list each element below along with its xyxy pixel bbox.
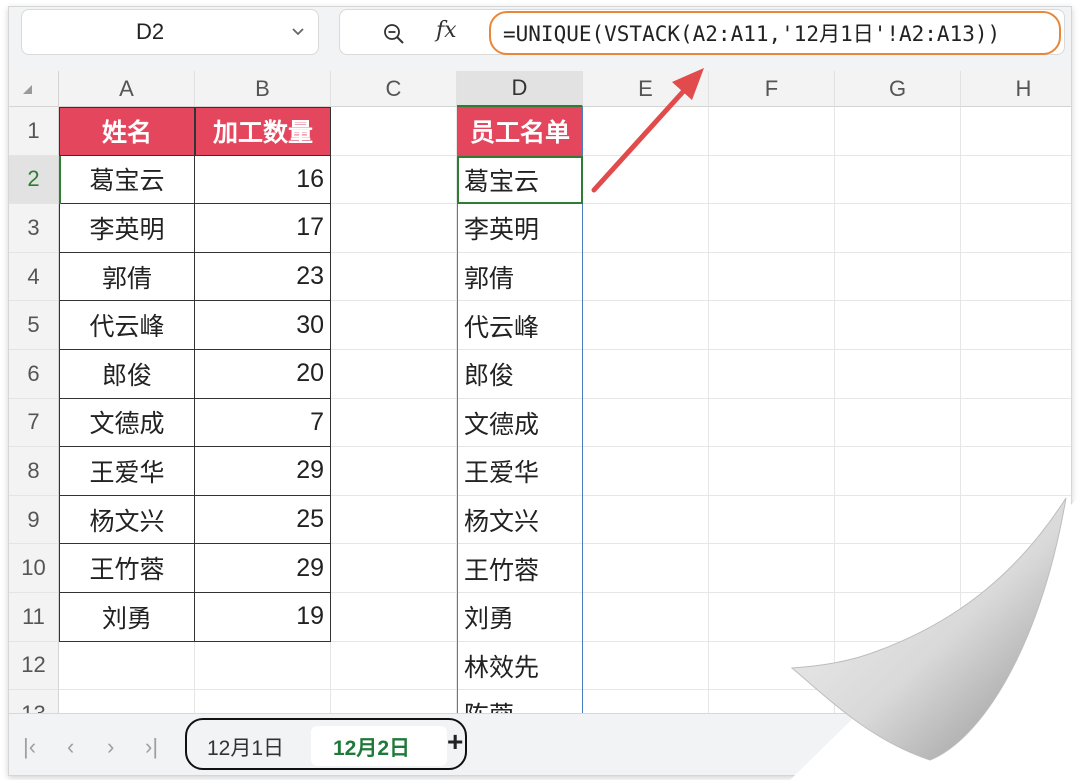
name-cell[interactable]: 杨文兴 — [59, 495, 195, 545]
last-sheet-icon[interactable]: ›| — [145, 734, 158, 760]
formula-text: =UNIQUE(VSTACK(A2:A11,'12月1日'!A2:A13)) — [503, 22, 1001, 46]
row-header-11[interactable]: 11 — [9, 593, 59, 642]
employee-list-cell[interactable]: 郎俊 — [457, 350, 583, 399]
name-cell[interactable]: 刘勇 — [59, 593, 195, 642]
select-all-corner[interactable] — [9, 71, 59, 107]
gridline — [960, 107, 961, 713]
name-cell[interactable]: 代云峰 — [59, 301, 195, 350]
first-sheet-icon[interactable]: |‹ — [23, 734, 36, 760]
row-header-7[interactable]: 7 — [9, 398, 59, 448]
employee-list-cell[interactable]: 文德成 — [457, 398, 583, 448]
row-header-4[interactable]: 4 — [9, 252, 59, 302]
column-header-g[interactable]: G — [835, 71, 961, 107]
column-header-f[interactable]: F — [709, 71, 835, 107]
employee-list-cell[interactable]: 王竹蓉 — [457, 544, 583, 593]
name-cell[interactable]: 郎俊 — [59, 350, 195, 399]
column-header-a[interactable]: A — [59, 71, 195, 107]
employee-list-cell[interactable]: 刘勇 — [457, 593, 583, 642]
name-cell[interactable]: 王竹蓉 — [59, 544, 195, 593]
row-header-9[interactable]: 9 — [9, 495, 59, 545]
quantity-cell[interactable]: 29 — [195, 544, 331, 593]
row-header-8[interactable]: 8 — [9, 447, 59, 496]
quantity-cell[interactable]: 16 — [195, 155, 331, 205]
employee-list-cell[interactable]: 林效先 — [457, 641, 583, 691]
column-header-h[interactable]: H — [961, 71, 1071, 107]
employee-list-cell[interactable]: 杨文兴 — [457, 495, 583, 545]
function-icon[interactable]: fx — [436, 18, 457, 43]
row-header-2[interactable]: 2 — [9, 155, 59, 205]
formula-toolbar: D2 fx =UNIQUE(VSTACK(A2:A11,'12月1日'!A2:A… — [9, 7, 1071, 72]
select-all-icon — [23, 85, 32, 94]
prev-sheet-icon[interactable]: ‹ — [67, 734, 74, 760]
column-header-c[interactable]: C — [331, 71, 457, 107]
quantity-cell[interactable]: 25 — [195, 495, 331, 545]
name-box[interactable]: D2 — [21, 9, 319, 55]
gridline — [834, 107, 835, 713]
gridline — [708, 107, 709, 713]
header-cell-employee-list[interactable]: 员工名单 — [457, 107, 583, 156]
sheet-tab-12-1[interactable]: 12月1日 — [207, 732, 284, 762]
quantity-cell[interactable]: 23 — [195, 252, 331, 302]
name-cell[interactable]: 文德成 — [59, 398, 195, 448]
row-highlight-outline — [59, 155, 195, 205]
chevron-down-icon[interactable] — [290, 24, 306, 40]
quantity-cell[interactable]: 19 — [195, 593, 331, 642]
add-sheet-icon[interactable]: + — [447, 726, 463, 758]
name-cell[interactable]: 王爱华 — [59, 447, 195, 496]
employee-list-cell[interactable]: 王爱华 — [457, 447, 583, 496]
quantity-cell[interactable]: 20 — [195, 350, 331, 399]
quantity-cell[interactable]: 17 — [195, 204, 331, 253]
row-header-1[interactable]: 1 — [9, 107, 59, 156]
row-header-12[interactable]: 12 — [9, 641, 59, 691]
row-header-3[interactable]: 3 — [9, 204, 59, 253]
quantity-cell[interactable]: 7 — [195, 398, 331, 448]
employee-list-cell[interactable]: 李英明 — [457, 204, 583, 253]
employee-list-cell[interactable]: 代云峰 — [457, 301, 583, 350]
sheet-tab-12-2[interactable]: 12月2日 — [333, 732, 410, 762]
column-header-e[interactable]: E — [583, 71, 709, 107]
name-box-value: D2 — [135, 19, 165, 44]
row-header-10[interactable]: 10 — [9, 544, 59, 593]
quantity-cell[interactable]: 29 — [195, 447, 331, 496]
name-cell[interactable]: 李英明 — [59, 204, 195, 253]
sheet-tab-bar: |‹ ‹ › ›| 12月1日 12月2日 + — [9, 713, 1071, 775]
employee-list-cell[interactable]: 郭倩 — [457, 252, 583, 302]
name-cell[interactable]: 郭倩 — [59, 252, 195, 302]
row-header-6[interactable]: 6 — [9, 350, 59, 399]
quantity-cell[interactable]: 30 — [195, 301, 331, 350]
column-header-d[interactable]: D — [457, 71, 583, 107]
formula-input[interactable]: =UNIQUE(VSTACK(A2:A11,'12月1日'!A2:A13)) — [489, 11, 1061, 55]
column-header-b[interactable]: B — [195, 71, 331, 107]
next-sheet-icon[interactable]: › — [107, 734, 114, 760]
row-header-5[interactable]: 5 — [9, 301, 59, 350]
spreadsheet-window: D2 fx =UNIQUE(VSTACK(A2:A11,'12月1日'!A2:A… — [8, 6, 1072, 776]
sheet-tab-group: 12月1日 12月2日 — [185, 718, 467, 770]
selected-cell-outline — [457, 155, 583, 205]
header-cell-name[interactable]: 姓名 — [59, 107, 195, 156]
zoom-out-icon[interactable] — [382, 22, 406, 46]
header-cell-quantity[interactable]: 加工数量 — [195, 107, 331, 156]
